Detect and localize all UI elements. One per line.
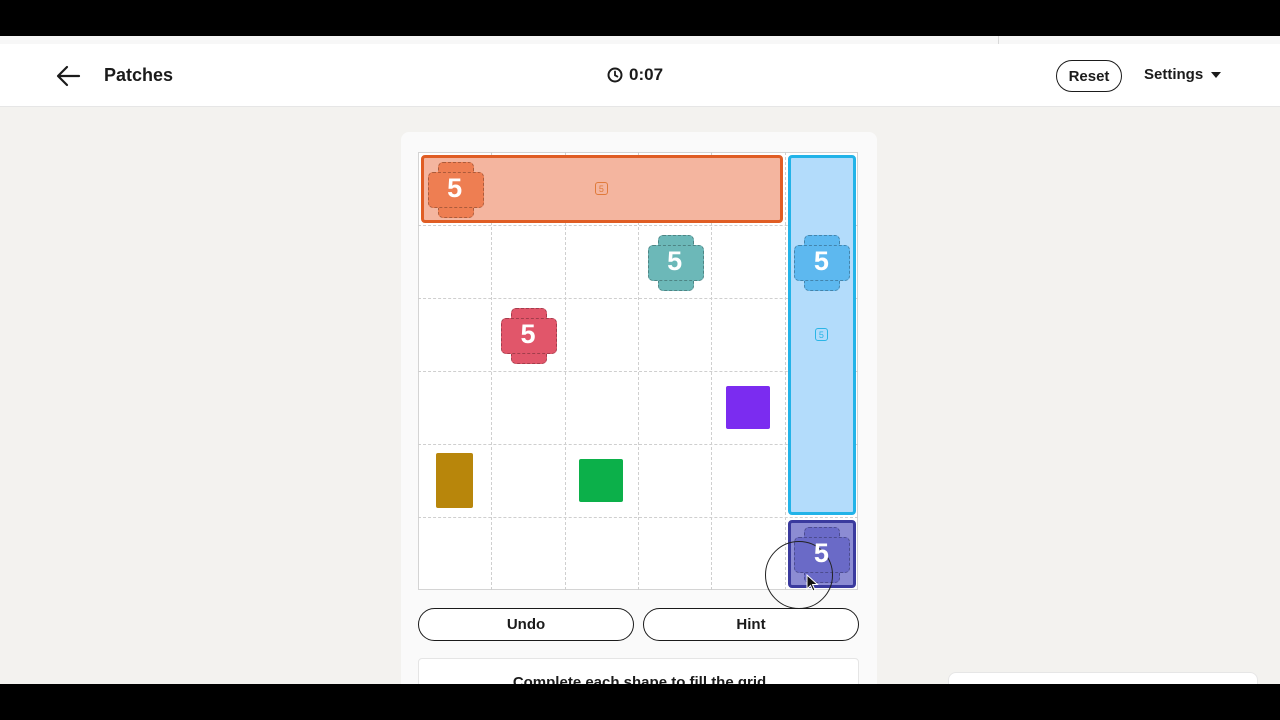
instructions-text: Complete each shape to fill the grid — [512, 674, 767, 684]
timer-value: 0:07 — [629, 65, 664, 84]
clue-value: 5 — [667, 246, 683, 276]
game-header: Patches 0:07 Reset Settings — [0, 44, 1280, 107]
purple-square[interactable] — [726, 385, 770, 430]
mouse-pointer-icon — [806, 574, 819, 592]
instructions-box: Complete each shape to fill the grid — [418, 658, 859, 684]
timer: 0:07 — [607, 65, 663, 85]
undo-button[interactable]: Undo — [418, 608, 634, 641]
settings-label: Settings — [1144, 66, 1204, 83]
grid-line-horizontal — [418, 517, 858, 518]
reset-button[interactable]: Reset — [1056, 60, 1122, 92]
mustard-rectangle[interactable] — [436, 453, 473, 508]
back-button[interactable] — [54, 62, 84, 90]
hint-button[interactable]: Hint — [643, 608, 859, 641]
mini-clue-badge: 5 — [594, 182, 608, 195]
mini-clue-badge: 5 — [814, 328, 828, 341]
clue-badge[interactable]: 5 — [501, 307, 557, 364]
clue-badge[interactable]: 5 — [647, 234, 704, 291]
corner-card — [948, 672, 1258, 684]
clue-value: 5 — [813, 538, 829, 568]
clue-value: 5 — [813, 246, 829, 276]
clue-badge[interactable]: 5 — [427, 161, 484, 218]
puzzle-grid[interactable]: 5 5 5 5 5 5 5 — [418, 152, 858, 590]
back-arrow-icon — [56, 65, 81, 87]
page-title: Patches — [104, 65, 174, 85]
clue-badge[interactable]: 5 — [794, 234, 851, 291]
green-square[interactable] — [579, 458, 624, 503]
clue-value: 5 — [447, 173, 463, 203]
clock-icon — [607, 67, 623, 83]
clue-value: 5 — [520, 319, 536, 349]
game-viewport: Patches 0:07 Reset Settings 5 5 5 5 5 5 5 Undo… — [0, 36, 1280, 684]
caret-down-icon — [1211, 71, 1222, 78]
settings-dropdown[interactable]: Settings — [1144, 66, 1222, 83]
